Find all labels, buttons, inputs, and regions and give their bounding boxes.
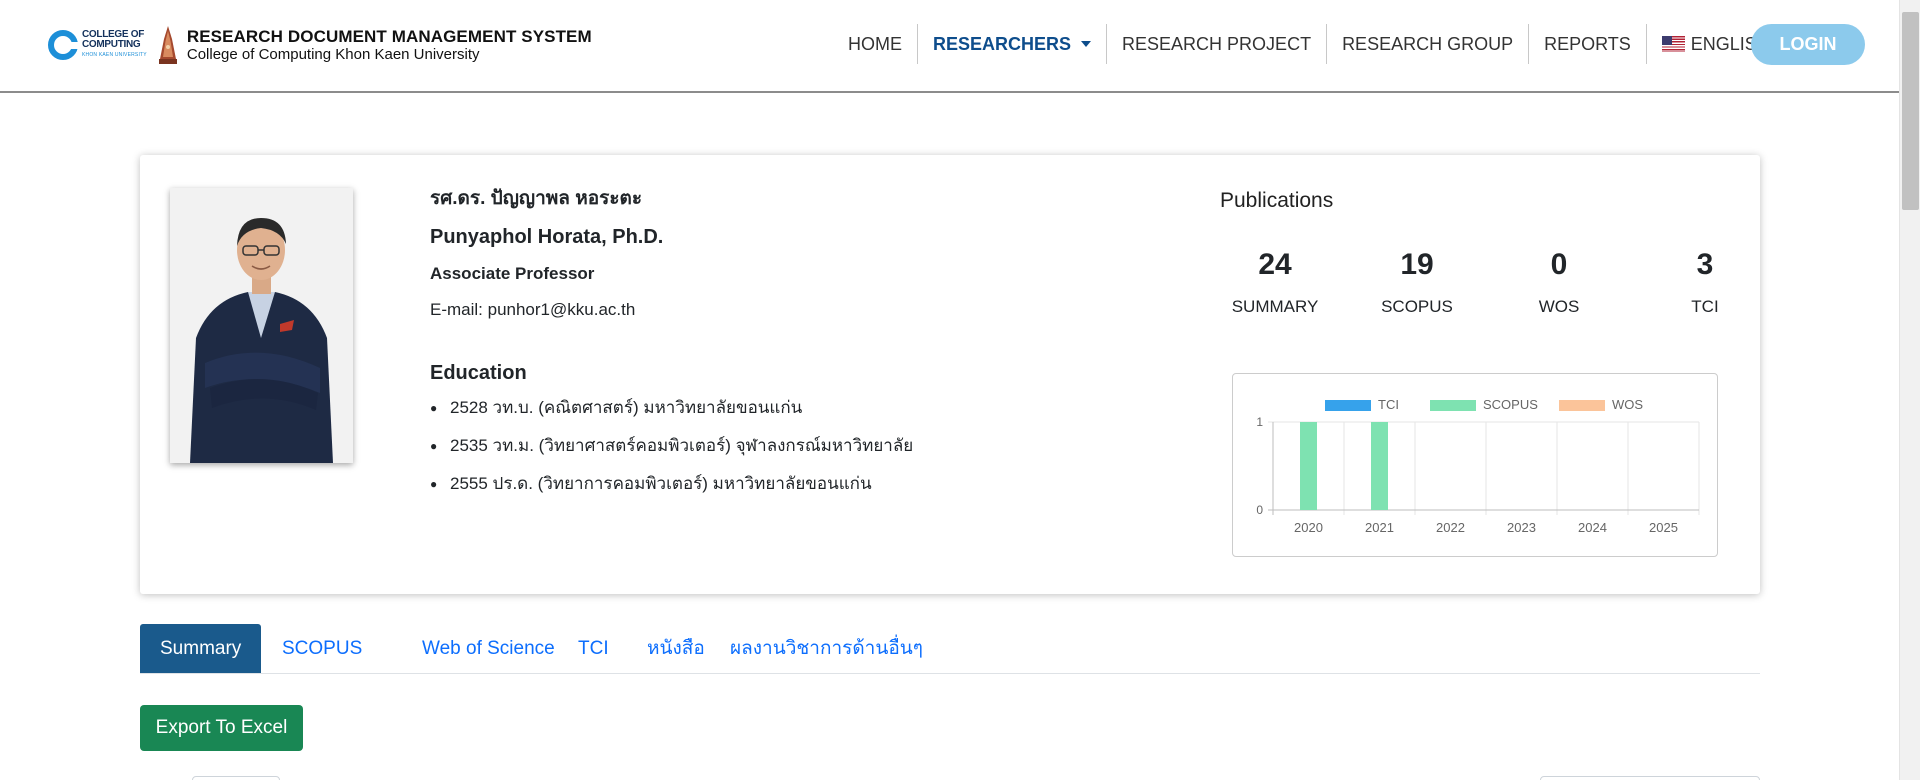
academic-position: Associate Professor <box>430 264 595 283</box>
brand[interactable]: COLLEGE OF COMPUTING KHON KAEN UNIVERSIT… <box>48 24 592 66</box>
x-tick-label: 2023 <box>1507 520 1536 535</box>
nav-home[interactable]: HOME <box>833 24 918 64</box>
publication-stats: 24 SUMMARY 19 SCOPUS 0 WOS 3 TCI <box>1220 247 1740 327</box>
main-nav: HOME RESEARCHERS RESEARCH PROJECT RESEAR… <box>833 24 1806 64</box>
stat-scopus-label: SCOPUS <box>1381 297 1453 316</box>
education-item: 2528 วท.บ. (คณิตศาสตร์) มหาวิทยาลัยขอนแก… <box>430 397 913 419</box>
stat-tci: 3 TCI <box>1650 247 1760 317</box>
us-flag-icon <box>1661 36 1685 52</box>
nav-home-label: HOME <box>848 34 902 54</box>
page-scrollbar[interactable] <box>1899 0 1920 780</box>
researcher-name-english: Punyaphol Horata, Ph.D. <box>430 226 664 248</box>
stat-tci-label: TCI <box>1691 297 1719 316</box>
stat-scopus-value: 19 <box>1400 248 1434 281</box>
legend-label: SCOPUS <box>1483 397 1538 412</box>
legend-swatch <box>1430 400 1476 411</box>
legend-label: TCI <box>1378 397 1399 412</box>
stat-summary: 24 SUMMARY <box>1220 247 1330 317</box>
bar-scopus-2021 <box>1371 422 1388 510</box>
tab-summary[interactable]: Summary <box>140 624 262 673</box>
site-subtitle: College of Computing Khon Kaen Universit… <box>186 46 480 63</box>
x-tick-label: 2022 <box>1436 520 1465 535</box>
logo-line2: COMPUTING <box>82 39 141 50</box>
nav-researchers-dropdown[interactable]: RESEARCHERS <box>918 24 1108 64</box>
researcher-profile-card: รศ.ดร. ปัญญาพล หอระตะ Punyaphol Horata, … <box>140 155 1760 594</box>
tab-scopus[interactable]: SCOPUS <box>262 624 382 673</box>
stat-wos-value: 0 <box>1550 248 1568 281</box>
y-tick-label: 1 <box>1256 415 1263 429</box>
stat-summary-label: SUMMARY <box>1231 297 1319 316</box>
publications-chart: TCI SCOPUS WOS 0 1 2020 2021 2022 2023 2024 2025 <box>1232 373 1718 557</box>
researcher-info: รศ.ดร. ปัญญาพล หอระตะ Punyaphol Horata, … <box>430 187 913 511</box>
college-of-computing-logo: COLLEGE OF COMPUTING KHON KAEN UNIVERSIT… <box>48 28 147 62</box>
researcher-email: E-mail: punhor1@kku.ac.th <box>430 300 636 319</box>
stat-summary-value: 24 <box>1258 248 1292 281</box>
nav-research-group-label: RESEARCH GROUP <box>1342 34 1514 54</box>
publications-heading: Publications <box>1220 189 1334 212</box>
cc-ring-icon <box>48 30 79 60</box>
login-button[interactable]: LOGIN <box>1751 24 1865 65</box>
entries-select[interactable] <box>192 776 280 780</box>
stat-wos: 0 WOS <box>1504 247 1614 317</box>
x-tick-label: 2024 <box>1578 520 1607 535</box>
nav-research-group[interactable]: RESEARCH GROUP <box>1327 24 1530 64</box>
education-item: 2535 วท.ม. (วิทยาศาสตร์คอมพิวเตอร์) จุฬา… <box>430 435 913 457</box>
tab-tci[interactable]: TCI <box>558 624 629 673</box>
nav-reports[interactable]: REPORTS <box>1529 24 1647 64</box>
stat-wos-label: WOS <box>1538 297 1580 316</box>
table-search-input[interactable] <box>1540 776 1760 780</box>
nav-researchers-label: RESEARCHERS <box>933 34 1072 54</box>
site-title: RESEARCH DOCUMENT MANAGEMENT SYSTEM <box>186 27 592 46</box>
nav-reports-label: REPORTS <box>1544 34 1631 54</box>
tab-web-of-science[interactable]: Web of Science <box>402 624 575 673</box>
researcher-photo <box>170 188 353 463</box>
caret-down-icon <box>1081 41 1092 47</box>
legend-label: WOS <box>1612 397 1643 412</box>
education-item: 2555 ปร.ด. (วิทยาการคอมพิวเตอร์) มหาวิทย… <box>430 473 913 495</box>
x-tick-label: 2025 <box>1649 520 1678 535</box>
stat-scopus: 19 SCOPUS <box>1362 247 1472 317</box>
bar-scopus-2020 <box>1300 422 1317 510</box>
publication-tabs: Summary SCOPUS Web of Science TCI หนังสื… <box>140 624 1760 674</box>
nav-research-project-label: RESEARCH PROJECT <box>1122 34 1312 54</box>
publications-bar-chart: TCI SCOPUS WOS 0 1 2020 2021 2022 2023 2024 2025 <box>1256 397 1700 535</box>
x-tick-label: 2021 <box>1365 520 1394 535</box>
researcher-name-thai: รศ.ดร. ปัญญาพล หอระตะ <box>430 188 643 209</box>
education-heading: Education <box>430 362 527 384</box>
top-navbar: COLLEGE OF COMPUTING KHON KAEN UNIVERSIT… <box>0 0 1899 93</box>
legend-swatch <box>1325 400 1371 411</box>
stat-tci-value: 3 <box>1696 248 1714 281</box>
nav-research-project[interactable]: RESEARCH PROJECT <box>1107 24 1328 64</box>
export-to-excel-button[interactable]: Export To Excel <box>140 705 303 751</box>
tab-other-works[interactable]: ผลงานวิชาการด้านอื่นๆ <box>710 624 943 673</box>
scrollbar-thumb[interactable] <box>1902 12 1919 210</box>
legend-swatch <box>1559 400 1605 411</box>
education-list: 2528 วท.บ. (คณิตศาสตร์) มหาวิทยาลัยขอนแก… <box>430 397 913 495</box>
y-tick-label: 0 <box>1256 503 1263 517</box>
x-tick-label: 2020 <box>1294 520 1323 535</box>
logo-line3: KHON KAEN UNIVERSITY <box>82 52 147 58</box>
kku-emblem-icon <box>157 25 179 65</box>
